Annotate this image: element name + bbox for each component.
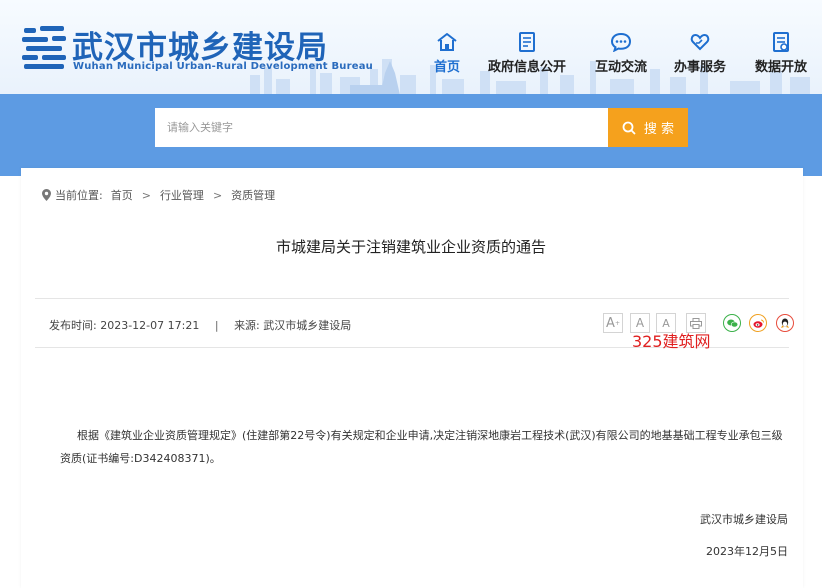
nav-label-interaction: 互动交流 bbox=[595, 60, 648, 75]
search-button[interactable]: 搜 索 bbox=[608, 108, 688, 147]
location-pin-icon bbox=[42, 189, 51, 201]
breadcrumb-separator: > bbox=[141, 188, 151, 202]
nav-gov-info[interactable]: 政府信息公开 bbox=[488, 32, 566, 75]
breadcrumb-item-home[interactable]: 首页 bbox=[111, 187, 133, 203]
font-large-icon: A bbox=[606, 315, 615, 331]
breadcrumb-item-industry[interactable]: 行业管理 bbox=[160, 187, 204, 203]
publish-time: 2023-12-07 17:21 bbox=[100, 319, 200, 332]
wechat-icon bbox=[726, 319, 738, 327]
signature-date: 2023年12月5日 bbox=[706, 545, 788, 558]
chat-icon bbox=[610, 32, 632, 52]
nav-home[interactable]: 首页 bbox=[434, 32, 460, 75]
breadcrumb: 当前位置: 首页 > 行业管理 > 资质管理 bbox=[42, 187, 275, 203]
source-value: 武汉市城乡建设局 bbox=[263, 319, 352, 332]
data-file-icon bbox=[773, 32, 789, 52]
nav-interaction[interactable]: 互动交流 bbox=[595, 32, 647, 75]
font-large-button[interactable]: A + bbox=[603, 313, 623, 333]
nav-services[interactable]: 办事服务 bbox=[674, 32, 726, 75]
article-body: 根据《建筑业企业资质管理规定》(住建部第22号令)有关规定和企业申请,决定注销深… bbox=[60, 429, 783, 465]
document-icon bbox=[519, 32, 535, 52]
article-card bbox=[21, 168, 803, 588]
share-qq-button[interactable] bbox=[776, 314, 794, 332]
search-button-label: 搜 索 bbox=[643, 122, 675, 137]
nav-data-open[interactable]: 数据开放 bbox=[755, 32, 807, 75]
search-input[interactable] bbox=[155, 108, 608, 147]
breadcrumb-separator: > bbox=[212, 188, 223, 202]
weibo-icon bbox=[753, 319, 764, 328]
heart-hand-icon bbox=[690, 33, 710, 51]
main-nav: 首页 政府信息公开 互动交流 办事服务 数据开放 bbox=[0, 32, 822, 82]
site-header: 武汉市城乡建设局 Wuhan Municipal Urban-Rural Dev… bbox=[0, 0, 822, 94]
home-icon bbox=[437, 33, 457, 51]
printer-icon bbox=[690, 317, 702, 329]
breadcrumb-item-qualification[interactable]: 资质管理 bbox=[231, 187, 275, 203]
watermark: 325建筑网 bbox=[632, 332, 711, 351]
nav-label-data-open: 数据开放 bbox=[755, 60, 808, 75]
nav-label-gov-info: 政府信息公开 bbox=[488, 60, 567, 75]
publish-label: 发布时间: bbox=[49, 319, 97, 332]
breadcrumb-prefix: 当前位置: bbox=[55, 189, 103, 202]
source-label: 来源: bbox=[234, 319, 260, 332]
qq-icon bbox=[781, 318, 789, 328]
search-icon bbox=[622, 121, 636, 135]
nav-label-services: 办事服务 bbox=[674, 60, 727, 75]
nav-label-home: 首页 bbox=[434, 60, 461, 75]
signature-org: 武汉市城乡建设局 bbox=[700, 513, 788, 526]
share-weibo-button[interactable] bbox=[749, 314, 767, 332]
article-meta: 发布时间: 2023-12-07 17:21 | 来源: 武汉市城乡建设局 bbox=[49, 317, 351, 333]
article-title: 市城建局关于注销建筑业企业资质的通告 bbox=[275, 238, 546, 256]
meta-separator: | bbox=[214, 319, 219, 332]
share-wechat-button[interactable] bbox=[723, 314, 741, 332]
